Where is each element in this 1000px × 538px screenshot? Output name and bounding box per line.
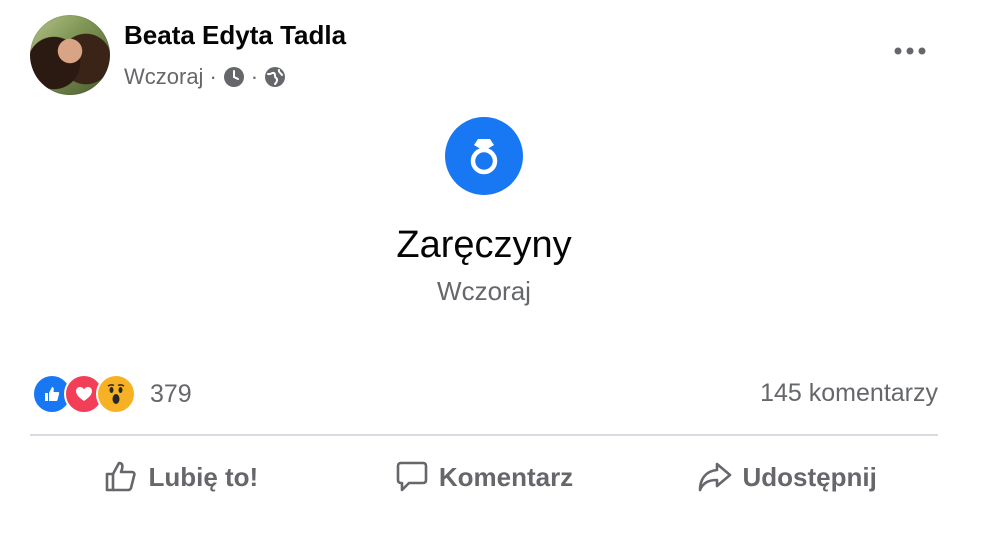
meta-separator: · [209,64,217,89]
post-avatar[interactable] [30,15,110,95]
event-date: Wczoraj [437,276,531,306]
share-label: Udostępnij [742,461,877,492]
share-button[interactable]: Udostępnij [635,448,938,506]
comment-label: Komentarz [438,461,574,492]
more-options-button[interactable] [892,36,928,66]
actions-divider [30,434,938,436]
globe-icon[interactable] [264,66,286,88]
ring-icon [470,139,498,175]
life-event-icon [445,117,523,195]
post-author[interactable]: Beata Edyta Tadla [124,20,346,51]
event-title: Zaręczyny [396,224,572,266]
wow-reaction-icon [96,374,136,414]
share-arrow-icon [698,462,731,492]
clock-icon [223,66,245,88]
meta-separator-2: · [250,64,259,89]
post-time[interactable]: Wczoraj [124,64,203,90]
like-label: Lubię to! [148,461,259,492]
comments-count[interactable]: 145 komentarzy [760,379,938,408]
reaction-count[interactable]: 379 [150,380,192,409]
post-meta: Wczoraj · · [124,64,286,90]
post-actions: Lubię to! Komentarz Udostępnij [30,448,938,506]
thumbs-up-icon [106,461,137,492]
reactions-summary[interactable]: 379 [32,374,192,414]
more-options-icon [894,47,926,55]
like-button[interactable]: Lubię to! [30,448,333,506]
comment-icon [396,461,428,492]
comment-button[interactable]: Komentarz [333,448,636,506]
